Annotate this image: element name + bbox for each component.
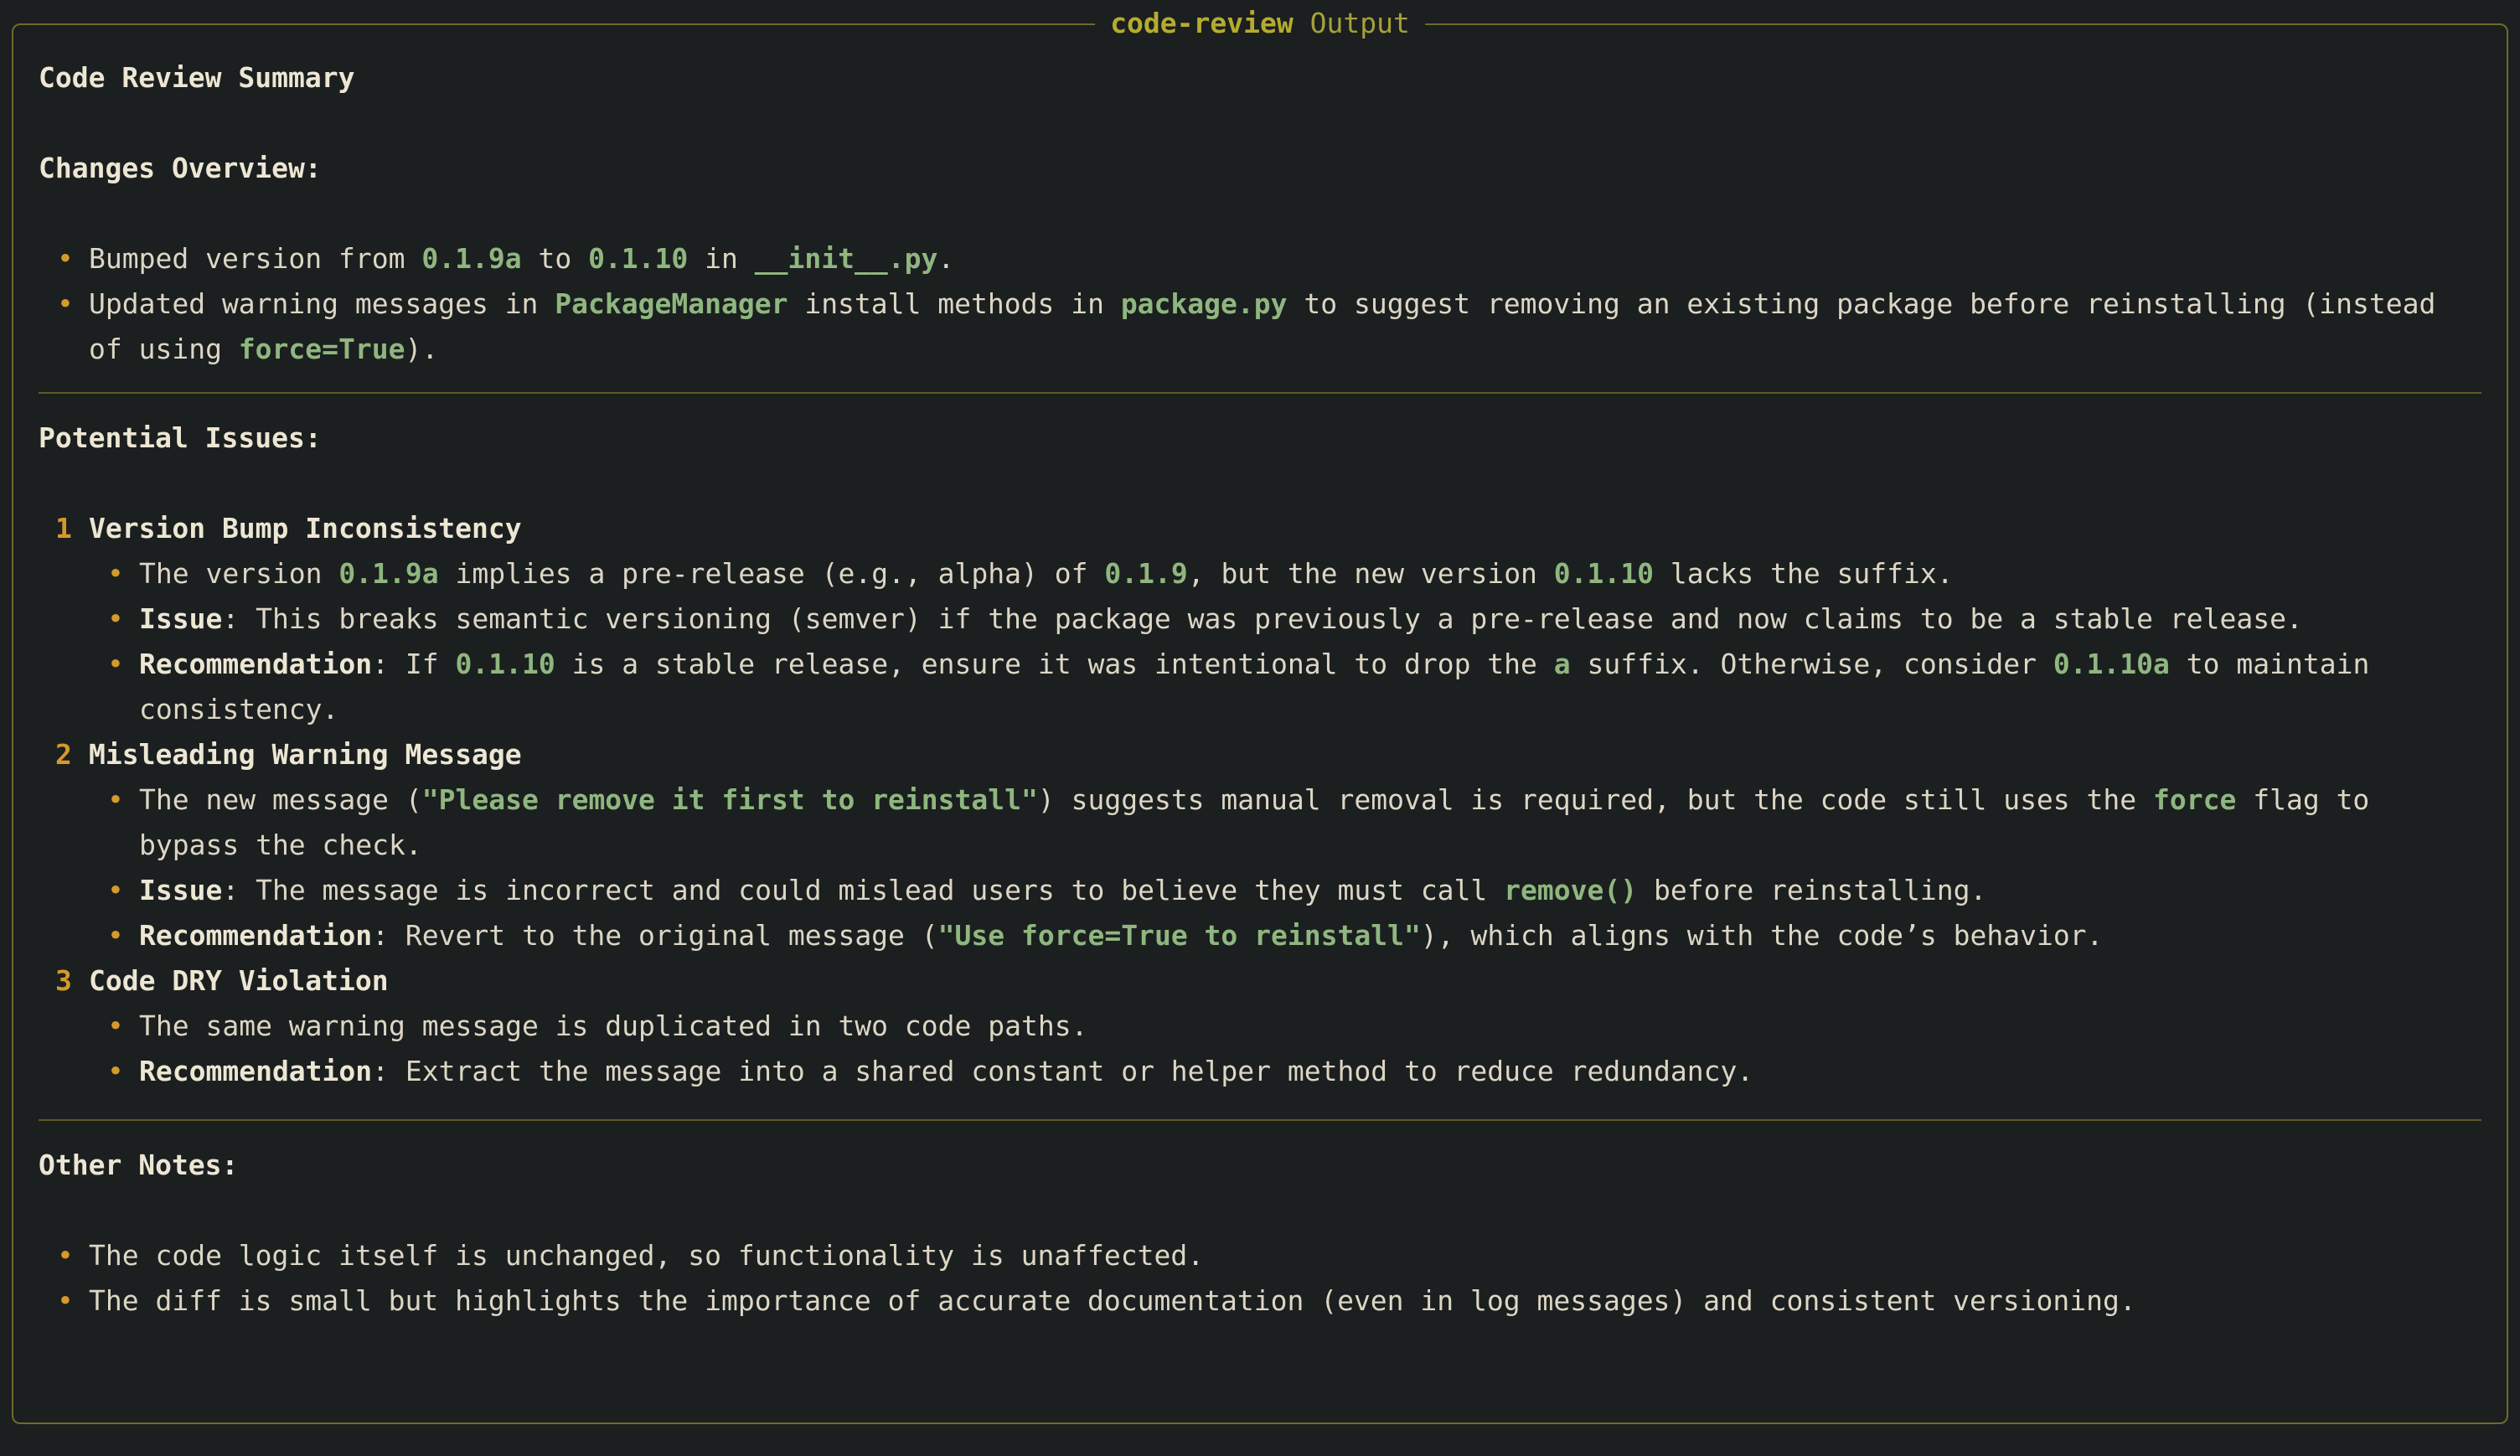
issue-title: Code DRY Violation (89, 964, 389, 997)
sub-list-item: • The new message ("Please remove it firs… (39, 777, 2481, 823)
bullet-icon: • (57, 287, 74, 320)
sub-list-item-continuation: bypass the check. (139, 829, 422, 861)
sub-list-item: • Recommendation: If 0.1.10 is a stable r… (39, 642, 2481, 687)
review-content: Code Review Summary Changes Overview: • B… (39, 55, 2481, 1324)
sub-list-item: • Issue: This breaks semantic versioning … (39, 596, 2481, 642)
panel-title-suffix: Output (1293, 7, 1410, 39)
issues-heading: Potential Issues: (39, 421, 322, 454)
bullet-icon: • (107, 557, 124, 590)
list-item: • Updated warning messages in PackageMana… (39, 281, 2481, 327)
notes-heading: Other Notes: (39, 1149, 239, 1181)
bullet-icon: • (107, 1009, 124, 1042)
sub-list-item: • Recommendation: Extract the message int… (39, 1049, 2481, 1094)
issue-number: 2 (55, 738, 72, 771)
issue-item: 1 Version Bump Inconsistency (39, 506, 2481, 551)
bullet-icon: • (57, 242, 74, 275)
changes-heading: Changes Overview: (39, 152, 322, 184)
sub-list-item: • Issue: The message is incorrect and cou… (39, 868, 2481, 913)
section-divider (39, 1119, 2481, 1121)
sub-list-item: • The version 0.1.9a implies a pre-releas… (39, 551, 2481, 596)
panel-title-name: code-review (1110, 7, 1294, 39)
issue-item: 3 Code DRY Violation (39, 958, 2481, 1004)
issue-number: 3 (55, 964, 72, 997)
list-item: • The diff is small but highlights the im… (39, 1278, 2481, 1324)
bullet-icon: • (107, 783, 124, 816)
bullet-icon: • (107, 874, 124, 906)
bullet-icon: • (107, 602, 124, 635)
bullet-icon: • (107, 919, 124, 952)
bullet-icon: • (57, 1284, 74, 1317)
list-item-continuation: of using force=True). (89, 333, 439, 365)
output-panel: code-review Output Code Review Summary C… (12, 7, 2508, 1424)
section-divider (39, 392, 2481, 394)
panel-title: code-review Output (1095, 7, 1425, 40)
issue-title: Misleading Warning Message (89, 738, 522, 771)
issue-number: 1 (55, 512, 72, 545)
bullet-icon: • (107, 1055, 124, 1087)
list-item: • The code logic itself is unchanged, so … (39, 1233, 2481, 1278)
bullet-icon: • (57, 1239, 74, 1272)
sub-list-item-continuation: consistency. (139, 693, 339, 725)
summary-title: Code Review Summary (39, 61, 355, 94)
issue-title: Version Bump Inconsistency (89, 512, 522, 545)
list-item: • Bumped version from 0.1.9a to 0.1.10 in… (39, 236, 2481, 281)
sub-list-item: • Recommendation: Revert to the original … (39, 913, 2481, 958)
bullet-icon: • (107, 648, 124, 680)
sub-list-item: • The same warning message is duplicated … (39, 1004, 2481, 1049)
issue-item: 2 Misleading Warning Message (39, 732, 2481, 777)
